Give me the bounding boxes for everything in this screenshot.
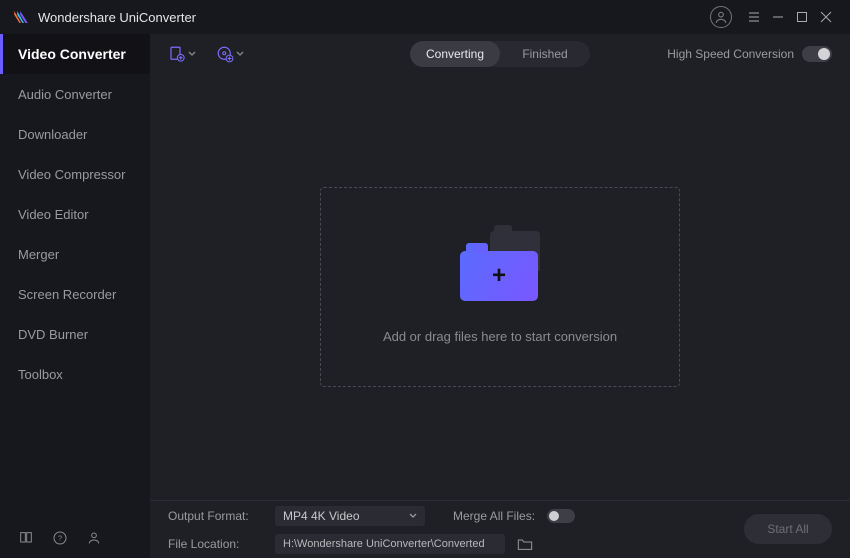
merge-all-toggle[interactable] [547,509,575,523]
start-all-label: Start All [767,522,808,536]
file-location-label: File Location: [168,537,263,551]
sidebar-item-audio-converter[interactable]: Audio Converter [0,74,150,114]
drop-area[interactable]: + Add or drag files here to start conver… [320,187,680,387]
plus-icon: + [492,262,506,290]
merge-label: Merge All Files: [453,509,535,523]
output-format-select[interactable]: MP4 4K Video [275,506,425,526]
sidebar-item-label: Toolbox [18,367,63,382]
menu-icon[interactable] [742,0,766,34]
account-icon[interactable] [86,530,102,546]
drop-hint: Add or drag files here to start conversi… [383,329,617,344]
sidebar-item-screen-recorder[interactable]: Screen Recorder [0,274,150,314]
tab-converting[interactable]: Converting [410,41,500,67]
start-all-button[interactable]: Start All [744,514,832,544]
sidebar-item-label: Downloader [18,127,87,142]
close-icon[interactable] [814,0,838,34]
tab-label: Converting [426,47,484,61]
file-location-value[interactable]: H:\Wondershare UniConverter\Converted [275,534,505,554]
help-icon[interactable]: ? [52,530,68,546]
sidebar-item-toolbox[interactable]: Toolbox [0,354,150,394]
status-segment: Converting Finished [410,41,590,67]
minimize-icon[interactable] [766,0,790,34]
sidebar-item-video-compressor[interactable]: Video Compressor [0,154,150,194]
output-format-value: MP4 4K Video [283,509,360,523]
sidebar-item-merger[interactable]: Merger [0,234,150,274]
sidebar-item-label: Merger [18,247,59,262]
tab-finished[interactable]: Finished [500,41,590,67]
add-file-icon[interactable] [168,45,196,63]
svg-text:?: ? [58,534,62,543]
high-speed-toggle[interactable] [802,46,832,62]
sidebar-item-label: DVD Burner [18,327,88,342]
open-folder-icon[interactable] [517,537,533,551]
add-disc-icon[interactable] [216,45,244,63]
chevron-down-icon [188,50,196,58]
sidebar-item-label: Video Converter [18,46,126,62]
maximize-icon[interactable] [790,0,814,34]
chevron-down-icon [236,50,244,58]
user-avatar-icon[interactable] [710,6,732,28]
sidebar-item-downloader[interactable]: Downloader [0,114,150,154]
output-format-label: Output Format: [168,509,263,523]
sidebar-item-label: Screen Recorder [18,287,116,302]
high-speed-label: High Speed Conversion [667,47,794,61]
sidebar-item-video-converter[interactable]: Video Converter [0,34,150,74]
sidebar-item-label: Video Editor [18,207,89,222]
tab-label: Finished [522,47,567,61]
app-title: Wondershare UniConverter [38,10,196,25]
sidebar-item-dvd-burner[interactable]: DVD Burner [0,314,150,354]
chevron-down-icon [409,512,417,520]
sidebar-item-label: Audio Converter [18,87,112,102]
sidebar-item-video-editor[interactable]: Video Editor [0,194,150,234]
add-files-folder-icon[interactable]: + [460,231,540,301]
app-logo-icon [12,8,30,26]
sidebar-item-label: Video Compressor [18,167,125,182]
guide-icon[interactable] [18,530,34,546]
